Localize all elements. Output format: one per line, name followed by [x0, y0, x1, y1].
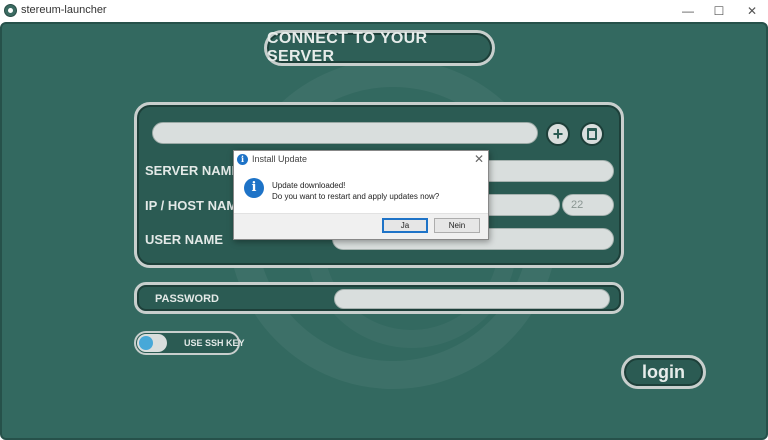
window-titlebar: stereum-launcher — ☐ ✕: [0, 0, 768, 22]
saved-connection-select[interactable]: [152, 122, 538, 144]
info-small-icon: i: [237, 154, 248, 165]
stereum-app-icon: [4, 4, 17, 17]
plus-icon: +: [552, 123, 564, 144]
trash-icon: [587, 128, 597, 140]
password-label: PASSWORD: [155, 293, 219, 305]
ssh-key-switch-knob[interactable]: [139, 336, 153, 350]
dialog-title: Install Update: [252, 154, 308, 164]
dialog-titlebar: i Install Update ✕: [234, 151, 488, 169]
info-icon: i: [244, 178, 264, 198]
host-name-label: IP / HOST NAME: [145, 198, 246, 213]
password-input[interactable]: [334, 289, 610, 309]
dialog-message-title: Update downloaded!: [272, 181, 346, 190]
maximize-button[interactable]: ☐: [703, 0, 735, 22]
user-name-label: USER NAME: [145, 232, 224, 247]
close-button[interactable]: ✕: [736, 0, 768, 22]
dialog-no-button[interactable]: Nein: [434, 218, 480, 233]
dialog-yes-button[interactable]: Ja: [382, 218, 428, 233]
window-title: stereum-launcher: [21, 4, 107, 16]
server-name-label: SERVER NAME: [145, 163, 241, 178]
ssh-key-label: USE SSH KEY: [184, 338, 245, 348]
dialog-message-body: Do you want to restart and apply updates…: [272, 192, 440, 201]
dialog-close-icon[interactable]: ✕: [474, 152, 484, 166]
page-title: CONNECT TO YOUR SERVER: [264, 30, 495, 66]
port-input[interactable]: 22: [562, 194, 614, 216]
delete-connection-button[interactable]: [580, 122, 604, 146]
minimize-button[interactable]: —: [672, 0, 704, 22]
add-connection-button[interactable]: +: [546, 122, 570, 146]
login-button[interactable]: login: [621, 355, 706, 389]
